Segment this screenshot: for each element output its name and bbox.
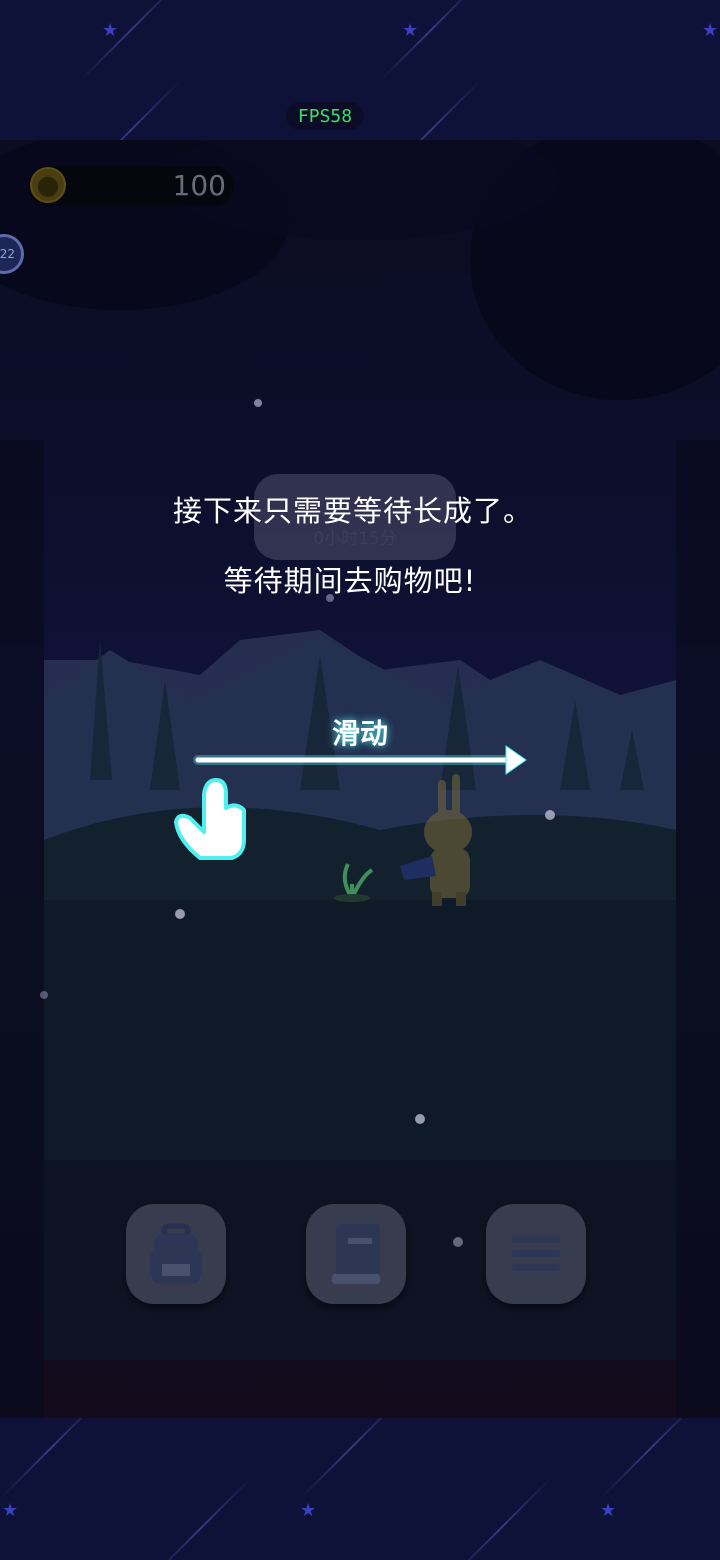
- tutorial-text-line2: 等待期间去购物吧!: [223, 564, 477, 598]
- star-icon: ★: [702, 20, 719, 41]
- swipe-label: 滑动: [331, 717, 388, 750]
- menu-button[interactable]: [486, 1204, 586, 1304]
- backpack-button[interactable]: [126, 1204, 226, 1304]
- coin-count: 100: [172, 169, 226, 202]
- backpack-icon: [150, 1223, 202, 1284]
- star-icon: ★: [102, 20, 119, 41]
- book-icon: [332, 1224, 380, 1284]
- coin-icon: ⬤: [30, 167, 66, 203]
- bottom-background: ★ ★ ★: [0, 1418, 720, 1560]
- tutorial-text-line1: 接下来只需要等待长成了。: [172, 494, 533, 528]
- game-area: [0, 140, 720, 1418]
- hamburger-menu-icon: [512, 1236, 560, 1271]
- star-icon: ★: [600, 1500, 617, 1521]
- star-icon: ★: [300, 1500, 317, 1521]
- star-icon: ★: [2, 1500, 19, 1521]
- book-button[interactable]: [306, 1204, 406, 1304]
- fps-counter: FPS58: [286, 102, 364, 130]
- star-icon: ★: [402, 20, 419, 41]
